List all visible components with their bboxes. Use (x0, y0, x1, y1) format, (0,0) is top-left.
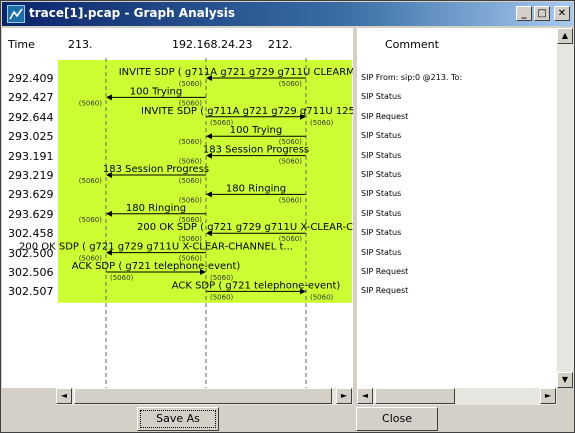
graph-pane[interactable]: 292.409 292.427 292.644 293.025 293.191 293.2… (2, 58, 353, 388)
flow-comment[interactable]: SIP Status (361, 151, 401, 160)
flow-label[interactable]: 183 Session Progress (203, 145, 309, 156)
source-port-label: (5060) (279, 196, 303, 204)
comment-horizontal-scrollbar[interactable]: ◄ ► (357, 388, 557, 405)
comment-header: Comment (357, 28, 557, 58)
source-port-label: (5060) (110, 274, 134, 282)
time-column-header: Time (8, 38, 35, 51)
flow-label[interactable]: 180 Ringing (126, 203, 186, 214)
comment-scroll-right-button[interactable]: ► (540, 388, 556, 404)
flow-label[interactable]: 200 OK SDP ( g721 g729 g711U X-CLEAR-CHA… (19, 242, 293, 253)
flow-time: 293.025 (8, 130, 54, 144)
flow-label[interactable]: 100 Trying (130, 86, 182, 97)
flow-time: 293.219 (8, 169, 54, 182)
graph-scroll-thumb[interactable] (74, 388, 332, 404)
maximize-button[interactable]: □ (534, 6, 550, 21)
flow-comment[interactable]: SIP Request (361, 286, 408, 295)
close-window-button[interactable]: ✕ (554, 6, 570, 21)
vertical-scrollbar[interactable]: ▲ ▼ (557, 28, 574, 388)
flow-time: 302.458 (8, 227, 54, 241)
source-port-label: (5060) (279, 158, 303, 166)
comment-pane[interactable]: SIP From: sip:0 @213. To: SIP Status SIP R… (357, 58, 557, 388)
flow-comment[interactable]: SIP Request (361, 112, 408, 121)
flow-comment[interactable]: SIP Status (361, 170, 401, 179)
flow-label[interactable]: ACK SDP ( g721 telephone-event) (172, 280, 341, 291)
flow-comment[interactable]: SIP Status (361, 189, 401, 198)
comment-scroll-thumb[interactable] (375, 388, 455, 404)
flow-comment[interactable]: SIP Status (361, 248, 401, 257)
scroll-down-button[interactable]: ▼ (557, 372, 573, 388)
destination-port-label: (5060) (79, 99, 103, 107)
flow-time: 293.629 (8, 188, 54, 202)
destination-port-label: (5060) (310, 119, 334, 127)
destination-port-label: (5060) (79, 177, 103, 185)
destination-port-label: (5060) (179, 80, 203, 88)
minimize-button[interactable]: _ (516, 6, 532, 21)
graph-analysis-window: trace[1].pcap - Graph Analysis _ □ ✕ Tim… (0, 0, 575, 433)
comment-scroll-left-button[interactable]: ◄ (357, 388, 373, 404)
flow-time: 292.409 (8, 72, 54, 85)
flow-comment[interactable]: SIP Status (361, 228, 401, 237)
close-icon: ✕ (557, 8, 567, 19)
flow-label[interactable]: 183 Session Progress (103, 164, 209, 175)
call-flow-graph[interactable]: INVITE SDP ( g711A g721 g729 g711U CLEAR… (2, 58, 353, 388)
button-bar: Save As Close (2, 405, 573, 432)
flow-label[interactable]: INVITE SDP ( g711A g721 g729 g711U CLEAR… (119, 67, 353, 78)
graph-analysis-app-icon (7, 5, 25, 23)
flow-time: 293.629 (8, 207, 54, 221)
node-3-address: 212. (268, 38, 293, 51)
node-1-address: 213. (68, 38, 93, 51)
destination-port-label: (5060) (310, 293, 334, 301)
comment-column-header: Comment (385, 38, 439, 51)
source-port-label: (5060) (279, 80, 303, 88)
graph-horizontal-scrollbar[interactable]: ◄ ► (56, 388, 353, 405)
flow-comment[interactable]: SIP Status (361, 92, 401, 101)
flow-time: 302.506 (8, 266, 54, 279)
graph-scroll-left-button[interactable]: ◄ (56, 388, 72, 404)
flow-label[interactable]: ACK SDP ( g721 telephone-event) (72, 261, 241, 272)
graph-scroll-right-button[interactable]: ► (336, 388, 352, 404)
flow-label[interactable]: 200 OK SDP ( g721 g729 g711U X-CLEAR-CHA… (137, 222, 353, 233)
source-port-label: (5060) (179, 177, 203, 185)
save-as-button[interactable]: Save As (137, 407, 219, 431)
flow-comment[interactable]: SIP From: sip:0 @213. To: (361, 73, 462, 82)
scroll-up-button[interactable]: ▲ (557, 28, 573, 44)
flow-time: 302.507 (8, 285, 54, 299)
window-title: trace[1].pcap - Graph Analysis (29, 6, 236, 20)
flow-comment[interactable]: SIP Status (361, 131, 401, 140)
close-button[interactable]: Close (356, 407, 438, 431)
flow-label[interactable]: 180 Ringing (226, 183, 286, 194)
node-2-address: 192.168.24.23 (172, 38, 253, 51)
flow-label[interactable]: 100 Trying (230, 125, 282, 136)
destination-port-label: (5060) (179, 138, 203, 146)
flow-comment[interactable]: SIP Request (361, 267, 408, 276)
flow-time: 302.500 (8, 246, 54, 260)
flow-time: 292.427 (8, 91, 54, 105)
minimize-icon: _ (521, 8, 527, 19)
flow-comment[interactable]: SIP Status (361, 209, 401, 218)
flow-time: 293.191 (8, 149, 54, 163)
destination-port-label: (5060) (79, 216, 103, 224)
flow-time: 292.644 (8, 110, 54, 124)
maximize-icon: □ (537, 8, 547, 19)
flow-label[interactable]: INVITE SDP ( g711A g721 g729 g711U 125 t… (141, 106, 353, 117)
graph-header: Time 213. 192.168.24.23 212. (2, 28, 353, 58)
title-bar[interactable]: trace[1].pcap - Graph Analysis _ □ ✕ (2, 2, 573, 26)
source-port-label: (5060) (210, 293, 234, 301)
